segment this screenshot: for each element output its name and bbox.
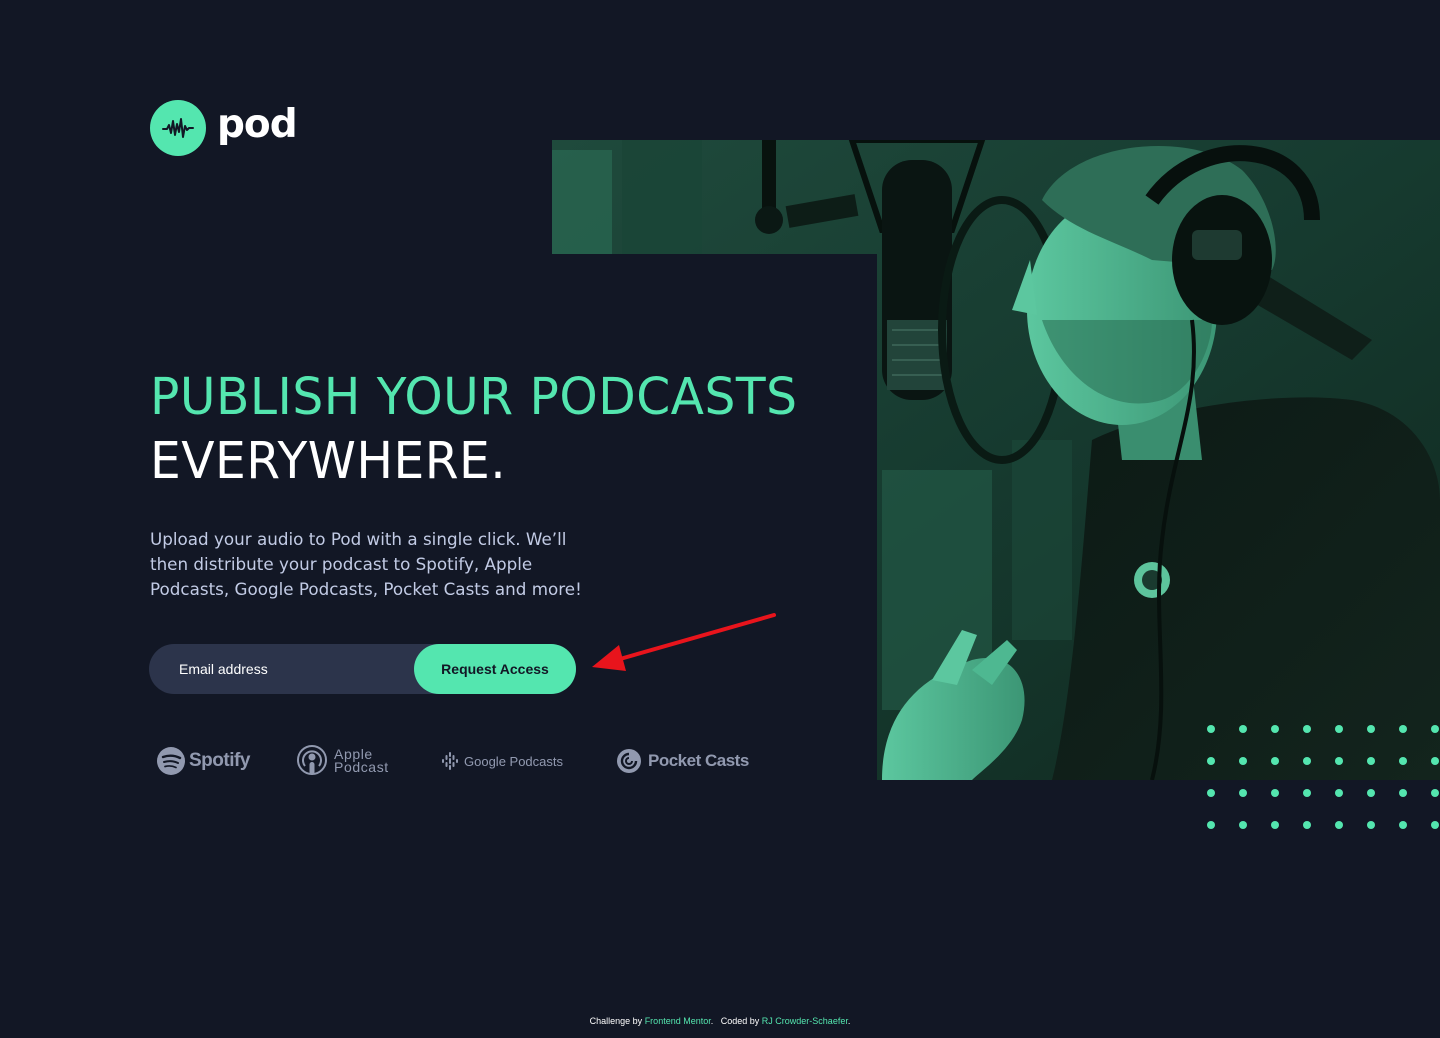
hero-description: Upload your audio to Pod with a single c… — [150, 530, 582, 600]
sound-wave-icon — [150, 100, 206, 156]
photo-cutout — [552, 254, 877, 780]
hero-headline: PUBLISH YOUR PODCASTS EVERYWHERE. — [150, 366, 798, 494]
request-access-button[interactable]: Request Access — [414, 644, 576, 694]
spotify-icon — [157, 747, 185, 775]
google-podcasts-label: Google Podcasts — [464, 753, 564, 769]
spotify-label: Spotify — [189, 750, 250, 771]
apple-podcast-label: Apple Podcast — [334, 746, 389, 775]
coded-prefix: Coded by — [720, 1016, 760, 1026]
headline-line-2: EVERYWHERE. — [150, 432, 507, 491]
brand-name: pod — [217, 101, 298, 147]
request-access-form: Request Access — [149, 644, 576, 694]
frontend-mentor-link[interactable]: Frontend Mentor — [645, 1016, 711, 1026]
dot-pattern-decoration — [1207, 725, 1439, 829]
headline-line-1: PUBLISH YOUR PODCASTS — [150, 368, 798, 427]
red-arrow-icon — [592, 613, 776, 671]
pocket-casts-icon — [617, 749, 641, 773]
apple-podcast-icon — [297, 745, 327, 775]
google-podcasts-icon — [442, 752, 458, 770]
apple-podcast-logo: Apple Podcast — [296, 738, 389, 784]
brand-logo[interactable]: pod — [150, 100, 298, 156]
google-podcasts-logo: Google Podcasts — [441, 738, 563, 784]
platform-logos: Spotify Apple Podcast Google Podcasts Po… — [156, 738, 756, 784]
pocket-casts-label: Pocket Casts — [648, 751, 749, 770]
challenge-prefix: Challenge by — [589, 1016, 643, 1026]
spotify-logo: Spotify — [156, 738, 250, 784]
pocket-casts-logo: Pocket Casts — [616, 738, 749, 784]
email-input[interactable] — [149, 644, 409, 694]
author-link[interactable]: RJ Crowder-Schaefer — [762, 1016, 848, 1026]
attribution: Challenge by Frontend Mentor. Coded by R… — [589, 1016, 851, 1026]
